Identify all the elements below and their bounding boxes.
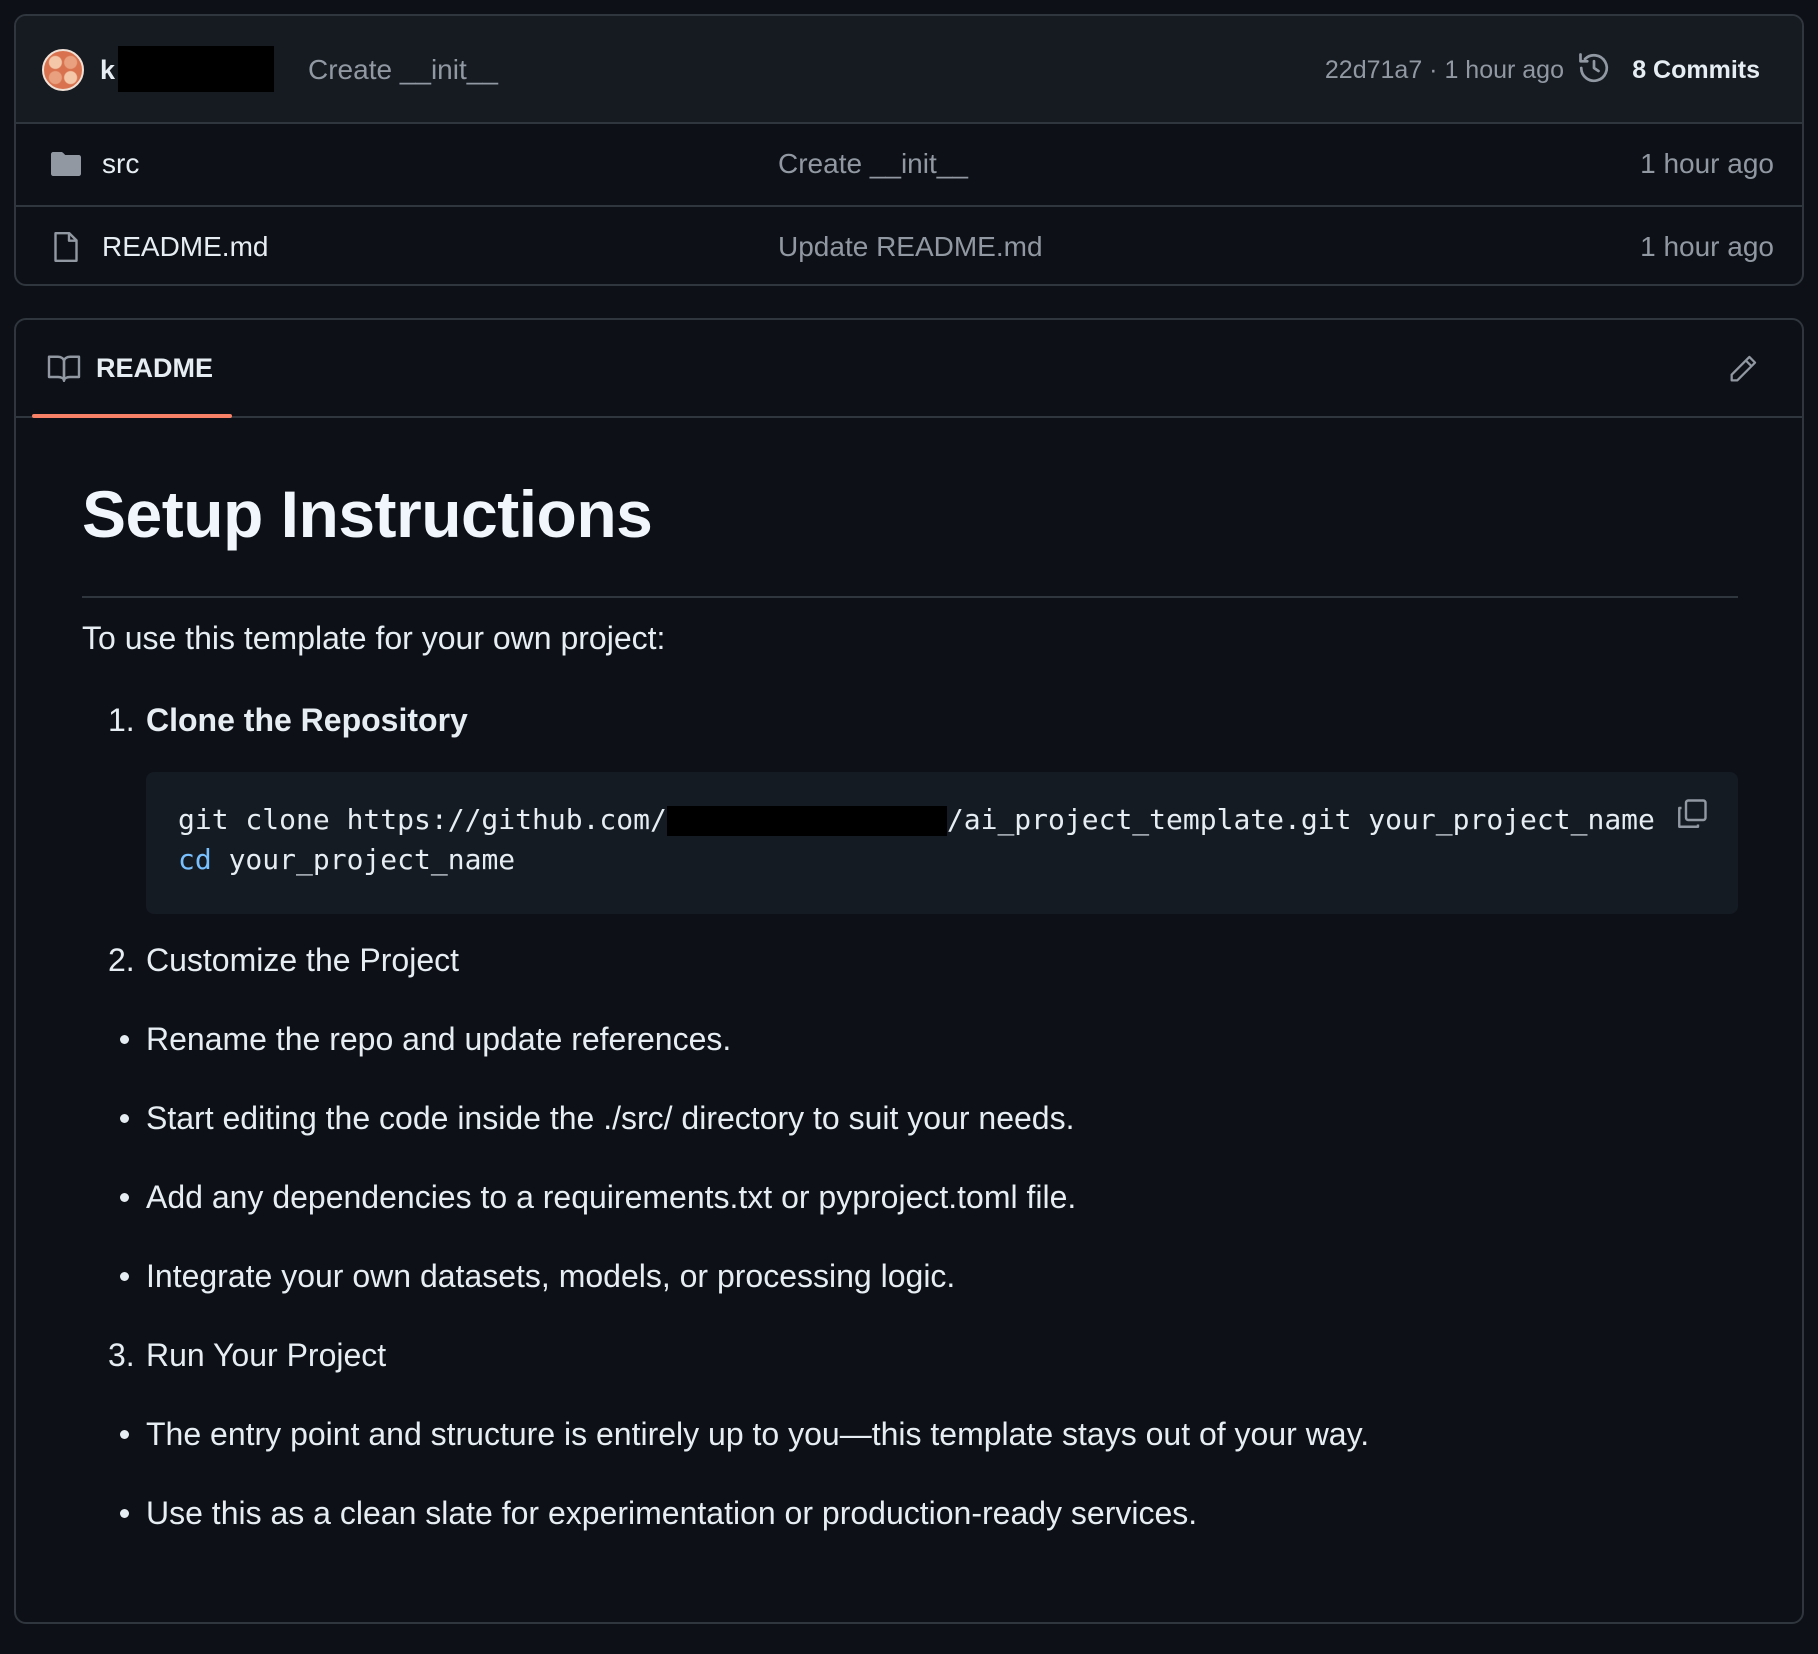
code-line-1-suffix: /ai_project_template.git your_project_na… (946, 803, 1654, 836)
active-tab-indicator (32, 414, 232, 418)
readme-header: README (16, 320, 1802, 418)
bullet-dot (120, 1114, 129, 1123)
step-3: 3. Run Your Project (82, 1333, 1738, 1377)
list-item-text: Rename the repo and update references. (146, 1021, 732, 1057)
book-icon (47, 355, 81, 382)
readme-title: Setup Instructions (82, 477, 653, 551)
file-commit-message[interactable]: Update README.md (778, 229, 1043, 265)
latest-commit-bar: k Create __init__ 22d71a7 · 1 hour ago 8… (16, 16, 1802, 124)
step-1: 1. Clone the Repository (82, 698, 1738, 742)
list-item: Use this as a clean slate for experiment… (82, 1491, 1738, 1535)
file-commit-time: 1 hour ago (1640, 231, 1774, 262)
commit-author[interactable]: k (100, 52, 115, 88)
step-number: 2. (108, 942, 135, 978)
code-line-2-arg: your_project_name (211, 843, 516, 876)
list-item: Rename the repo and update references. (82, 1017, 1738, 1061)
list-item: Start editing the code inside the ./src/… (82, 1096, 1738, 1140)
step-label: Run Your Project (146, 1337, 387, 1373)
list-item-text: Start editing the code inside the ./src/… (146, 1100, 1075, 1136)
step-number: 1. (108, 702, 135, 738)
step-number: 3. (108, 1337, 135, 1373)
step-label: Clone the Repository (146, 702, 468, 738)
file-icon (54, 232, 78, 262)
tab-readme[interactable]: README (96, 350, 213, 386)
step-2: 2. Customize the Project (82, 938, 1738, 982)
file-commit-time: 1 hour ago (1640, 148, 1774, 179)
file-name[interactable]: README.md (102, 229, 268, 265)
latest-commit-message[interactable]: Create __init__ (308, 52, 498, 88)
file-row-readme[interactable]: README.md Update README.md 1 hour ago (16, 207, 1802, 284)
code-block: git clone https://github.com/ /ai_project… (146, 772, 1738, 914)
commits-count-link[interactable]: 8 Commits (1632, 52, 1760, 88)
edit-pencil-icon[interactable] (1726, 352, 1760, 386)
file-name[interactable]: src (102, 146, 139, 182)
code-content: git clone https://github.com/ /ai_project… (178, 800, 1654, 880)
bullet-dot (120, 1193, 129, 1202)
list-item-text: Use this as a clean slate for experiment… (146, 1495, 1198, 1531)
list-item: Integrate your own datasets, models, or … (82, 1254, 1738, 1298)
list-item-text: The entry point and structure is entirel… (146, 1416, 1370, 1452)
author-avatar[interactable] (42, 49, 84, 91)
list-item-text: Integrate your own datasets, models, or … (146, 1258, 956, 1294)
file-list-panel: k Create __init__ 22d71a7 · 1 hour ago 8… (14, 14, 1804, 286)
code-keyword: cd (178, 843, 212, 876)
folder-icon (51, 152, 81, 176)
step-label: Customize the Project (146, 942, 460, 978)
redacted-username (118, 46, 274, 92)
copy-icon[interactable] (1674, 796, 1710, 832)
bullet-dot (120, 1430, 129, 1439)
file-row-src[interactable]: src Create __init__ 1 hour ago (16, 124, 1802, 207)
commit-hash-time[interactable]: 22d71a7 · 1 hour ago (1325, 52, 1564, 88)
readme-panel: README Setup Instructions To use this te… (14, 318, 1804, 1624)
list-item-text: Add any dependencies to a requirements.t… (146, 1179, 1077, 1215)
history-icon[interactable] (1576, 50, 1612, 86)
bullet-dot (120, 1035, 129, 1044)
file-commit-message[interactable]: Create __init__ (778, 146, 968, 182)
title-divider (82, 596, 1738, 598)
bullet-dot (120, 1272, 129, 1281)
list-item: Add any dependencies to a requirements.t… (82, 1175, 1738, 1219)
code-line-1-prefix: git clone https://github.com/ (178, 803, 667, 836)
list-item: The entry point and structure is entirel… (82, 1412, 1738, 1456)
intro-paragraph: To use this template for your own projec… (82, 620, 666, 656)
redacted-username (666, 806, 947, 836)
bullet-dot (120, 1509, 129, 1518)
